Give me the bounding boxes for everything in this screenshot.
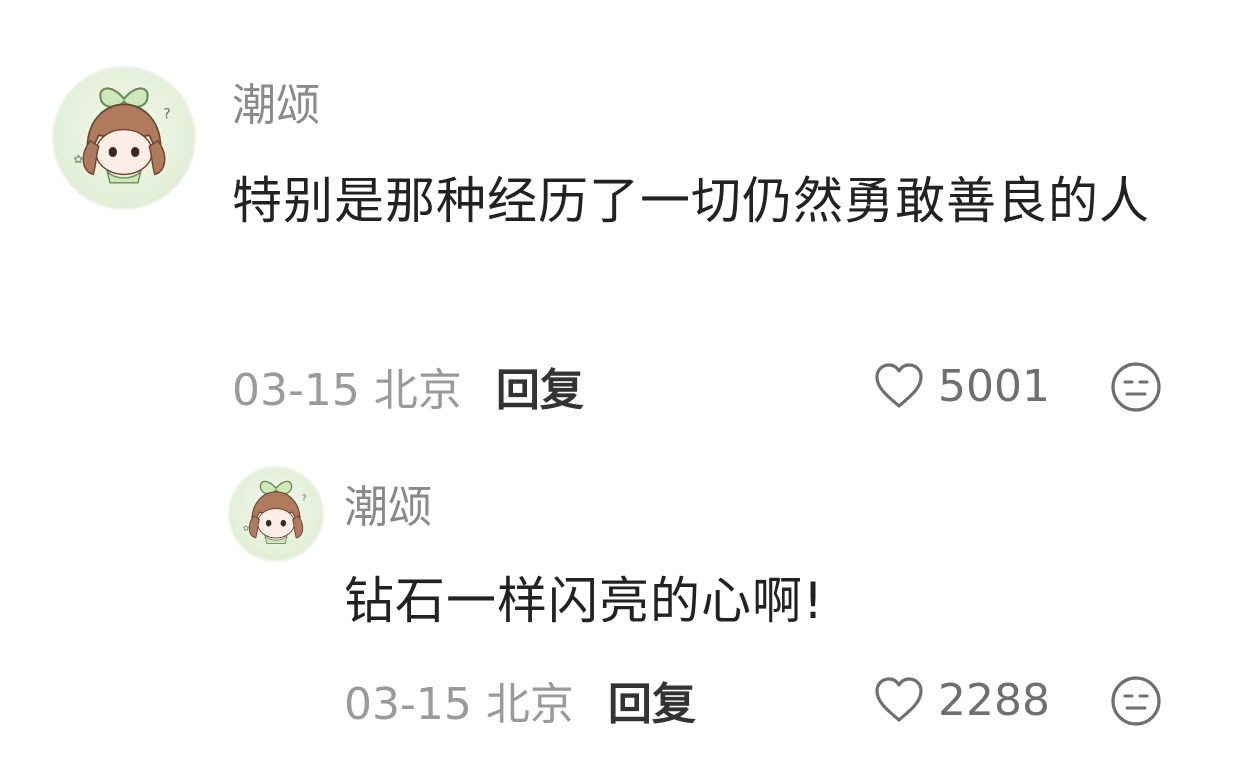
avatar[interactable]: ? ✿: [228, 466, 324, 562]
svg-text:?: ?: [163, 106, 170, 122]
like-count: 2288: [938, 674, 1050, 726]
comment-text: 特别是那种经历了一切仍然勇敢善良的人: [232, 172, 1150, 230]
svg-text:✿: ✿: [74, 153, 83, 166]
like-button[interactable]: 5001: [872, 358, 1050, 414]
comment-username[interactable]: 潮颂: [232, 84, 320, 128]
heart-icon: [872, 362, 926, 410]
heart-icon: [872, 676, 926, 724]
comment-item: ? ✿ 潮颂 特别是那种经历了一切仍然勇敢善良的人 03-15 北京 回复 50…: [0, 0, 1238, 430]
like-count: 5001: [938, 360, 1050, 412]
comment-meta: 03-15 北京 回复: [232, 358, 584, 416]
comment-date-location: 03-15 北京: [344, 679, 574, 730]
anime-girl-avatar-icon: ? ✿: [243, 480, 307, 544]
reply-button[interactable]: 回复: [608, 668, 696, 732]
anime-girl-avatar-icon: ? ✿: [74, 87, 171, 184]
comment-meta: 03-15 北京 回复: [344, 672, 696, 730]
like-button[interactable]: 2288: [872, 672, 1050, 728]
dislike-meh-icon[interactable]: [1110, 361, 1162, 413]
dislike-meh-icon[interactable]: [1110, 675, 1162, 727]
avatar[interactable]: ? ✿: [52, 66, 196, 210]
comment-text: 钻石一样闪亮的心啊!: [344, 572, 825, 630]
svg-text:?: ?: [302, 493, 307, 504]
reply-comment-item: ? ✿ 潮颂 钻石一样闪亮的心啊! 03-15 北京 回复 2288: [0, 430, 1238, 766]
reply-button[interactable]: 回复: [496, 354, 584, 418]
svg-text:✿: ✿: [243, 524, 249, 533]
comment-username[interactable]: 潮颂: [344, 486, 432, 530]
comment-date-location: 03-15 北京: [232, 365, 462, 416]
